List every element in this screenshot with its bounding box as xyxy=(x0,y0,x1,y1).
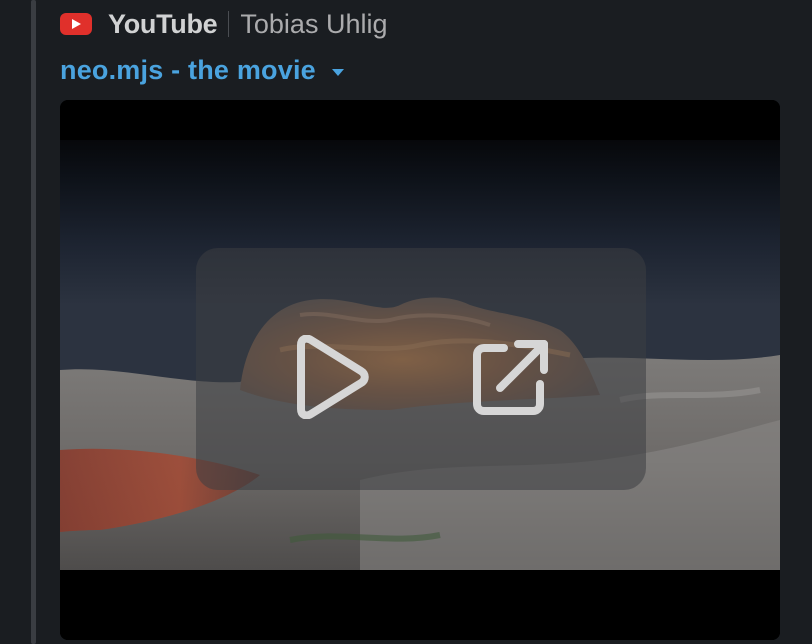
open-in-browser-button[interactable] xyxy=(466,332,556,422)
video-title-row: neo.mjs - the movie xyxy=(60,50,344,90)
attachment-header: YouTube Tobias Uhlig xyxy=(60,6,387,42)
youtube-unfurl-attachment: YouTube Tobias Uhlig neo.mjs - the movie xyxy=(0,0,812,644)
open-external-icon xyxy=(473,340,548,415)
play-icon xyxy=(297,335,369,419)
attachment-quote-bar xyxy=(31,0,36,644)
service-name[interactable]: YouTube xyxy=(108,9,218,40)
video-controls-overlay xyxy=(196,248,646,490)
header-separator xyxy=(228,11,230,37)
video-player[interactable] xyxy=(60,100,780,640)
collapse-caret-icon[interactable] xyxy=(331,68,344,76)
youtube-logo-icon xyxy=(60,13,92,35)
play-button[interactable] xyxy=(286,332,376,422)
video-title-link[interactable]: neo.mjs - the movie xyxy=(60,55,316,86)
author-name[interactable]: Tobias Uhlig xyxy=(240,9,387,40)
